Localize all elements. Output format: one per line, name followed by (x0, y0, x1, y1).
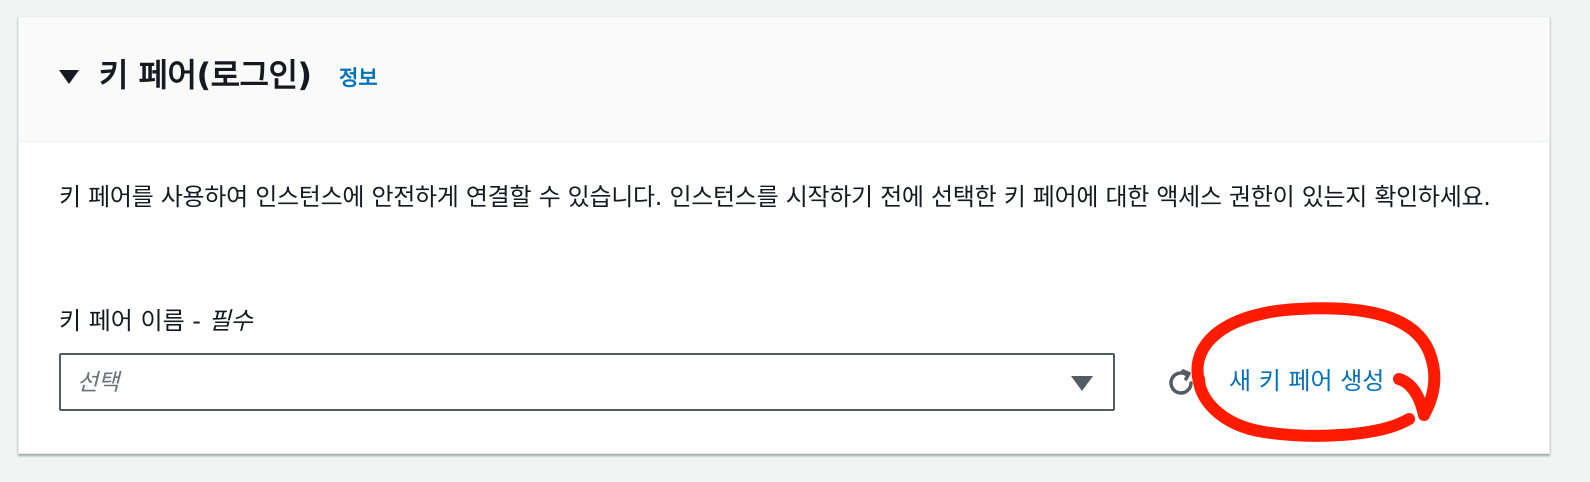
caret-down-icon[interactable] (59, 70, 79, 84)
refresh-button[interactable] (1161, 363, 1201, 403)
info-link[interactable]: 정보 (339, 63, 378, 93)
select-placeholder: 선택 (77, 370, 120, 396)
key-pair-select[interactable]: 선택 (59, 353, 1115, 411)
field-label-text: 키 페어 이름 - (59, 307, 209, 335)
required-marker: 필수 (208, 307, 253, 335)
refresh-icon (1169, 369, 1193, 395)
key-pair-panel: 키 페어(로그인) 정보 키 페어를 사용하여 인스턴스에 안전하게 연결할 수… (18, 16, 1550, 454)
create-new-key-pair-link[interactable]: 새 키 페어 생성 (1229, 363, 1384, 399)
panel-title: 키 페어(로그인) (99, 56, 312, 94)
chevron-down-icon (1071, 376, 1093, 391)
panel-description: 키 페어를 사용하여 인스턴스에 안전하게 연결할 수 있습니다. 인스턴스를 … (59, 183, 1491, 211)
panel-header[interactable]: 키 페어(로그인) 정보 (19, 17, 1549, 142)
key-pair-name-label: 키 페어 이름 - 필수 (59, 303, 253, 339)
